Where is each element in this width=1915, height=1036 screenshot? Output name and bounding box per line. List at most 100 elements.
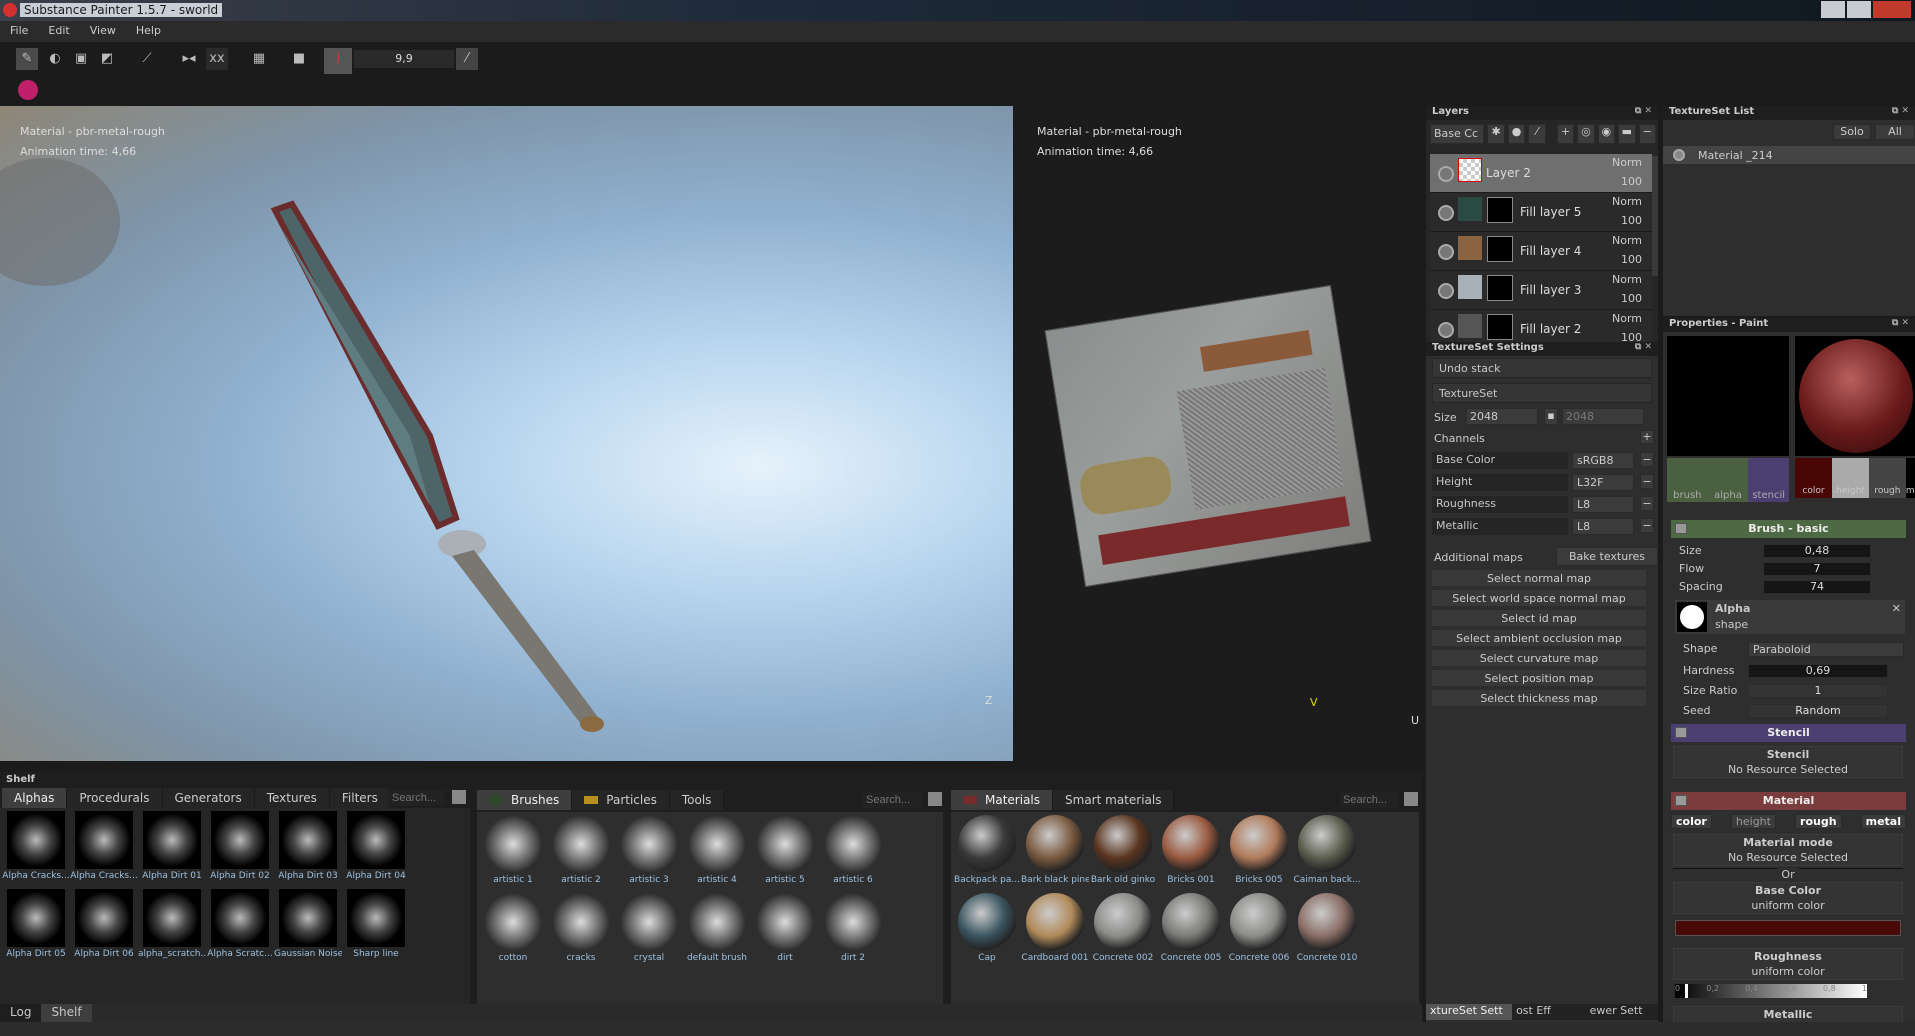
shelf-item[interactable]: alpha_scratch... (138, 886, 206, 964)
shelf-item[interactable]: artistic 2 (547, 812, 615, 890)
add-material-icon[interactable]: ◉ (1597, 124, 1616, 144)
alpha-resource[interactable]: Alpha shape ✕ (1675, 600, 1905, 634)
spacing-slider[interactable]: 74 (1763, 580, 1871, 594)
grid-view-icon[interactable] (452, 790, 466, 804)
mat-metal-slot[interactable]: m (1905, 458, 1915, 498)
base-color-resource[interactable]: Base Color uniform color (1673, 882, 1903, 914)
shelf-tab[interactable]: Filters (329, 788, 391, 808)
menu-view[interactable]: View (80, 21, 126, 37)
select-map-button[interactable]: Select thickness map (1432, 690, 1646, 707)
size-height-select[interactable]: 2048 (1562, 408, 1644, 425)
shelf-item[interactable]: Alpha Dirt 06 (70, 886, 138, 964)
layer-opacity[interactable]: 100 (1621, 292, 1642, 305)
shelf-item[interactable]: dirt 2 (819, 890, 887, 968)
shelf-tab[interactable]: Smart materials (1053, 790, 1175, 810)
shelf-item[interactable]: Bark black pine (1021, 812, 1089, 890)
metallic-resource[interactable]: Metallic (1673, 1006, 1903, 1022)
select-map-button[interactable]: Select position map (1432, 670, 1646, 687)
channel-format-select[interactable]: sRGB8 (1572, 452, 1634, 469)
shelf-tab[interactable]: Alphas (2, 788, 68, 808)
hardness-slider[interactable]: 0,69 (1748, 664, 1888, 678)
size-ratio-slider[interactable]: 1 (1748, 684, 1888, 698)
roughness-slider[interactable]: 0 0,2 0,4 0,6 0,8 1 (1675, 984, 1867, 998)
mat-rough-slot[interactable]: rough (1868, 458, 1906, 498)
layer-row[interactable]: Layer 2 Norm 100 (1430, 154, 1652, 193)
layer-opacity[interactable]: 100 (1621, 175, 1642, 188)
brush-section-header[interactable]: Brush - basic (1671, 520, 1906, 538)
stencil-resource[interactable]: Stencil No Resource Selected (1673, 746, 1903, 778)
textureset-item[interactable]: Material _214 (1663, 146, 1915, 164)
alpha-slot[interactable]: alpha (1707, 458, 1749, 502)
color-picker-tool[interactable]: ⟋ (136, 48, 158, 70)
stencil-slot[interactable]: stencil (1748, 458, 1790, 502)
undo-stack-section[interactable]: Undo stack (1432, 358, 1652, 378)
roughness-resource[interactable]: Roughness uniform color (1673, 948, 1903, 980)
eraser-tool[interactable]: ◐ (44, 48, 66, 70)
brushes-search-input[interactable] (862, 792, 922, 808)
shelf-item[interactable]: artistic 6 (819, 812, 887, 890)
brush-size-slider[interactable]: 9,9 (354, 50, 454, 68)
brush-size-icon[interactable]: ) (324, 48, 352, 74)
polygon-fill-tool[interactable]: ◩ (96, 48, 118, 70)
layer-blend-mode[interactable]: Norm (1612, 156, 1642, 169)
remove-channel-icon[interactable]: − (1640, 496, 1654, 511)
add-mask-icon[interactable]: ● (1507, 124, 1526, 144)
shelf-item[interactable]: Bark old ginko (1089, 812, 1157, 890)
shelf-item[interactable]: Alpha Dirt 02 (206, 808, 274, 886)
channel-format-select[interactable]: L8 (1572, 496, 1634, 513)
select-map-button[interactable]: Select id map (1432, 610, 1646, 627)
layer-row[interactable]: Fill layer 2 Norm 100 (1430, 310, 1652, 342)
remove-channel-icon[interactable]: − (1640, 452, 1654, 467)
alphas-search-input[interactable] (388, 790, 444, 806)
maximize-button[interactable] (1846, 1, 1871, 18)
add-folder-icon[interactable]: ▬ (1618, 124, 1636, 144)
shelf-item[interactable]: dirt (751, 890, 819, 968)
tab-viewer-settings[interactable]: ewer Sett (1577, 1004, 1658, 1020)
tab-post-effects[interactable]: ost Eff (1512, 1004, 1578, 1020)
solo-button[interactable]: Solo (1833, 124, 1871, 140)
material-section-header[interactable]: Material (1671, 792, 1906, 810)
shelf-item[interactable]: Concrete 002 (1089, 890, 1157, 968)
shelf-item[interactable]: Alpha Cracks... (70, 808, 138, 886)
layer-row[interactable]: Fill layer 3 Norm 100 (1430, 271, 1652, 310)
grid-view-icon[interactable] (1404, 792, 1418, 806)
shelf-item[interactable]: Alpha Cracks... (2, 808, 70, 886)
shelf-item[interactable]: Caiman back... (1293, 812, 1361, 890)
add-effect-icon[interactable]: ✱ (1487, 124, 1505, 144)
shelf-tab[interactable]: Procedurals (67, 788, 163, 808)
shelf-item[interactable]: artistic 5 (751, 812, 819, 890)
select-map-button[interactable]: Select curvature map (1432, 650, 1646, 667)
seed-button[interactable]: Random (1748, 704, 1888, 718)
layer-opacity[interactable]: 100 (1621, 214, 1642, 227)
window-controls[interactable] (1821, 1, 1911, 18)
size-slider[interactable]: 0,48 (1763, 544, 1871, 558)
select-map-button[interactable]: Select ambient occlusion map (1432, 630, 1646, 647)
lock-icon[interactable]: ▪ (1544, 408, 1558, 425)
tab-textureset-settings[interactable]: xtureSet Sett (1426, 1004, 1513, 1020)
shelf-item[interactable]: Concrete 010 (1293, 890, 1361, 968)
menu-file[interactable]: File (0, 21, 38, 37)
layer-blend-mode[interactable]: Norm (1612, 273, 1642, 286)
shelf-item[interactable]: Alpha Scratc... (206, 886, 274, 964)
layer-row[interactable]: Fill layer 4 Norm 100 (1430, 232, 1652, 271)
visibility-toggle[interactable] (1438, 244, 1454, 260)
grid-view-icon[interactable] (928, 792, 942, 806)
visibility-toggle[interactable] (1438, 166, 1454, 182)
delete-layer-icon[interactable]: − (1638, 124, 1656, 144)
remove-channel-icon[interactable]: − (1640, 518, 1654, 533)
shelf-item[interactable]: artistic 3 (615, 812, 683, 890)
shelf-item[interactable]: Backpack pa... (953, 812, 1021, 890)
shelf-item[interactable]: artistic 1 (479, 812, 547, 890)
paint-brush-tool[interactable]: ✎ (16, 48, 38, 70)
material-mode-resource[interactable]: Material mode No Resource Selected (1673, 834, 1903, 866)
channel-format-select[interactable]: L32F (1572, 474, 1634, 491)
shelf-tab[interactable]: Tools (669, 790, 725, 810)
minimize-button[interactable] (1821, 1, 1845, 18)
layer-blend-mode[interactable]: Norm (1612, 234, 1642, 247)
paint-layer-icon[interactable]: ⁄ (1528, 124, 1546, 144)
all-button[interactable]: All (1875, 124, 1915, 140)
visibility-toggle[interactable] (1673, 149, 1685, 161)
textureset-section[interactable]: TextureSet (1432, 383, 1652, 403)
size-width-select[interactable]: 2048 (1466, 408, 1538, 425)
base-color-swatch[interactable] (1675, 920, 1901, 936)
